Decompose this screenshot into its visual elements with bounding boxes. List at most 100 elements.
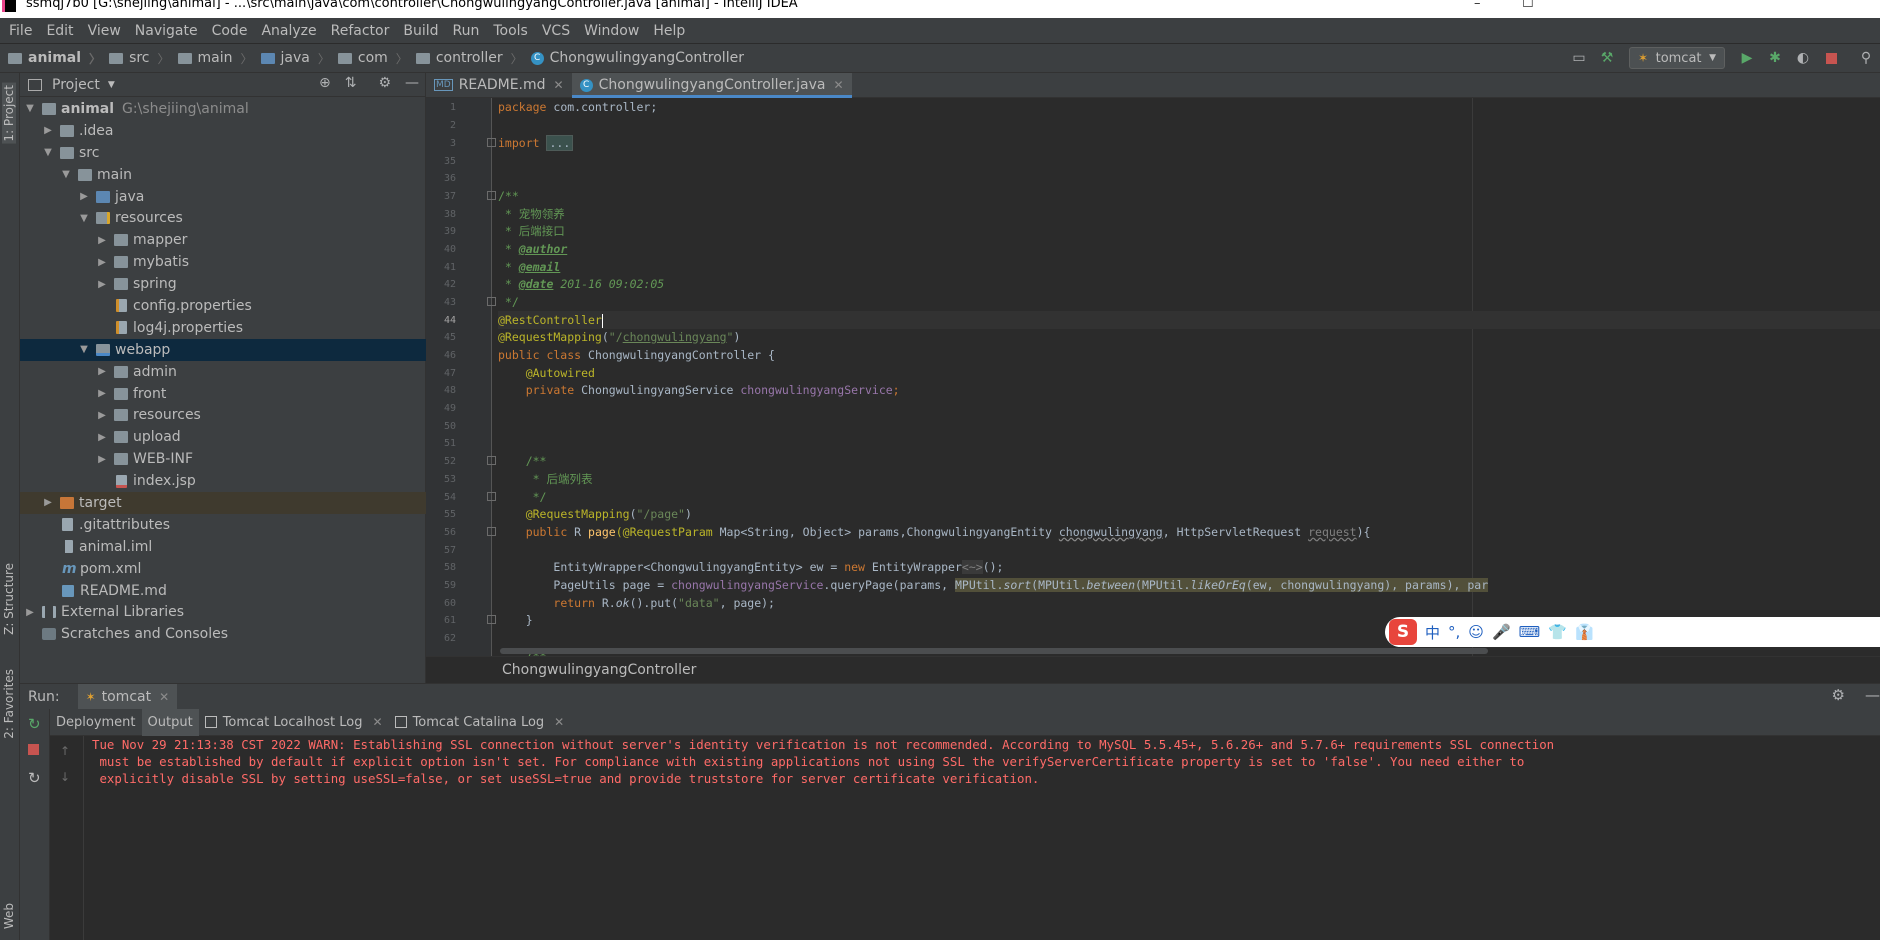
- menu-navigate[interactable]: Navigate: [128, 23, 205, 39]
- close-icon[interactable]: ✕: [373, 715, 383, 729]
- ime-keyboard-icon[interactable]: ⌨: [1519, 623, 1541, 641]
- tree-item-pom-xml[interactable]: m pom.xml: [20, 558, 426, 580]
- tree-item-webapp-resources[interactable]: ▶ resources: [20, 404, 426, 426]
- collapse-arrow-icon[interactable]: ▶: [96, 366, 108, 377]
- close-icon[interactable]: ✕: [554, 78, 564, 92]
- horizontal-scrollbar[interactable]: [500, 648, 1488, 654]
- collapse-arrow-icon[interactable]: ▶: [96, 454, 108, 465]
- menu-analyze[interactable]: Analyze: [254, 23, 323, 39]
- fold-marker-icon[interactable]: [487, 138, 496, 147]
- select-run-target-icon[interactable]: ▭: [1568, 47, 1590, 69]
- menu-run[interactable]: Run: [446, 23, 487, 39]
- tab-output[interactable]: Output: [141, 708, 199, 736]
- menu-view[interactable]: View: [81, 23, 128, 39]
- menu-code[interactable]: Code: [205, 23, 255, 39]
- search-icon[interactable]: ⚲: [1855, 47, 1877, 69]
- collapse-all-icon[interactable]: ⇅: [345, 75, 357, 91]
- stop-icon[interactable]: [28, 741, 39, 759]
- tree-item-main[interactable]: ▼ main: [20, 164, 426, 186]
- tree-item-spring[interactable]: ▶ spring: [20, 273, 426, 295]
- expand-arrow-icon[interactable]: ▼: [78, 213, 90, 224]
- tool-tab-structure[interactable]: Z: Structure: [2, 563, 16, 635]
- debug-icon[interactable]: ✱: [1764, 47, 1786, 69]
- ime-voice-icon[interactable]: 🎤: [1492, 623, 1511, 641]
- project-panel-title[interactable]: Project: [52, 77, 100, 93]
- build-hammer-icon[interactable]: ⚒: [1596, 47, 1618, 69]
- collapse-arrow-icon[interactable]: ▶: [96, 257, 108, 268]
- expand-arrow-icon[interactable]: ▼: [78, 344, 90, 355]
- ime-emoji-icon[interactable]: ☺: [1468, 623, 1484, 641]
- menu-refactor[interactable]: Refactor: [324, 23, 397, 39]
- editor-structure-breadcrumb[interactable]: ChongwulingyangController: [426, 656, 1880, 683]
- tree-item-scratches[interactable]: Scratches and Consoles: [20, 623, 426, 645]
- ime-tools-icon[interactable]: 👔: [1575, 623, 1594, 641]
- run-configuration-select[interactable]: ✶ tomcat ▼: [1629, 47, 1725, 69]
- tree-item-mybatis[interactable]: ▶ mybatis: [20, 251, 426, 273]
- breadcrumb-main[interactable]: main 〉: [170, 50, 253, 67]
- breadcrumb-controller[interactable]: controller 〉: [408, 50, 523, 67]
- collapse-arrow-icon[interactable]: ▶: [96, 410, 108, 421]
- scroll-down-icon[interactable]: ↓: [60, 770, 70, 784]
- ime-chinese-mode[interactable]: 中: [1425, 622, 1440, 643]
- rerun-icon[interactable]: ↻: [28, 715, 41, 733]
- fold-marker-icon[interactable]: [487, 456, 496, 465]
- tab-readme[interactable]: MD README.md ✕: [426, 73, 572, 97]
- menu-edit[interactable]: Edit: [39, 23, 80, 39]
- maximize-button[interactable]: ☐: [1522, 0, 1534, 10]
- tab-tomcat-catalina-log[interactable]: Tomcat Catalina Log ✕: [389, 709, 571, 736]
- collapse-arrow-icon[interactable]: ▶: [78, 191, 90, 202]
- tree-item-mapper[interactable]: ▶ mapper: [20, 229, 426, 251]
- tab-tomcat-localhost-log[interactable]: Tomcat Localhost Log ✕: [199, 709, 389, 736]
- tree-item-readme-md[interactable]: README.md: [20, 580, 426, 602]
- expand-arrow-icon[interactable]: ▼: [24, 103, 36, 114]
- tree-item-admin[interactable]: ▶ admin: [20, 361, 426, 383]
- collapse-arrow-icon[interactable]: ▶: [96, 235, 108, 246]
- tool-tab-favorites[interactable]: 2: Favorites: [2, 669, 16, 739]
- collapse-arrow-icon[interactable]: ▶: [42, 497, 54, 508]
- hide-panel-icon[interactable]: —: [405, 75, 419, 91]
- tree-item-index-jsp[interactable]: index.jsp: [20, 470, 426, 492]
- console-output[interactable]: ↑ ↓ Tue Nov 29 21:13:38 CST 2022 WARN: E…: [50, 736, 1880, 940]
- tree-item-upload[interactable]: ▶ upload: [20, 426, 426, 448]
- tree-item-config-properties[interactable]: config.properties: [20, 295, 426, 317]
- expand-arrow-icon[interactable]: ▼: [42, 147, 54, 158]
- menu-window[interactable]: Window: [577, 23, 646, 39]
- fold-marker-icon[interactable]: [487, 492, 496, 501]
- ime-punctuation[interactable]: °,: [1448, 623, 1460, 641]
- collapse-arrow-icon[interactable]: ▶: [96, 279, 108, 290]
- tool-tab-web[interactable]: Web: [2, 903, 16, 929]
- menu-build[interactable]: Build: [396, 23, 445, 39]
- tree-item-target[interactable]: ▶ target: [20, 492, 426, 514]
- fold-marker-icon[interactable]: [487, 191, 496, 200]
- folded-imports[interactable]: ...: [546, 135, 574, 151]
- ime-skin-icon[interactable]: 👕: [1548, 623, 1567, 641]
- minimize-button[interactable]: –: [1474, 0, 1481, 10]
- expand-arrow-icon[interactable]: ▼: [60, 169, 72, 180]
- tree-item-external-libraries[interactable]: ▶ External Libraries: [20, 601, 426, 623]
- code-editor[interactable]: 1 2 3 35 36 37 38 39 40 41 42 43 44 45 4…: [426, 98, 1880, 656]
- tree-item-java[interactable]: ▶ java: [20, 186, 426, 208]
- tree-item-web-inf[interactable]: ▶ WEB-INF: [20, 448, 426, 470]
- hide-panel-icon[interactable]: —: [1865, 686, 1880, 704]
- tree-item-log4j-properties[interactable]: log4j.properties: [20, 317, 426, 339]
- collapse-arrow-icon[interactable]: ▶: [96, 388, 108, 399]
- update-app-icon[interactable]: ↻: [28, 769, 41, 787]
- tree-item-animal-iml[interactable]: animal.iml: [20, 536, 426, 558]
- menu-file[interactable]: File: [2, 23, 39, 39]
- tree-item-gitattributes[interactable]: .gitattributes: [20, 514, 426, 536]
- fold-marker-icon[interactable]: [487, 527, 496, 536]
- gear-icon[interactable]: ⚙: [1832, 686, 1845, 704]
- tree-item-front[interactable]: ▶ front: [20, 383, 426, 405]
- code-area[interactable]: package com.controller; import ... /** *…: [498, 98, 1880, 656]
- close-icon[interactable]: ✕: [833, 78, 843, 92]
- breadcrumb-animal[interactable]: animal 〉: [0, 50, 101, 67]
- chevron-down-icon[interactable]: ▼: [108, 80, 115, 90]
- breadcrumb-com[interactable]: com 〉: [330, 50, 408, 67]
- fold-marker-icon[interactable]: [487, 615, 496, 624]
- tree-item-resources[interactable]: ▼ resources: [20, 207, 426, 229]
- collapse-arrow-icon[interactable]: ▶: [42, 125, 54, 136]
- collapse-arrow-icon[interactable]: ▶: [96, 432, 108, 443]
- close-icon[interactable]: ✕: [554, 715, 564, 729]
- scroll-up-icon[interactable]: ↑: [60, 744, 70, 758]
- close-icon[interactable]: ✕: [159, 690, 169, 704]
